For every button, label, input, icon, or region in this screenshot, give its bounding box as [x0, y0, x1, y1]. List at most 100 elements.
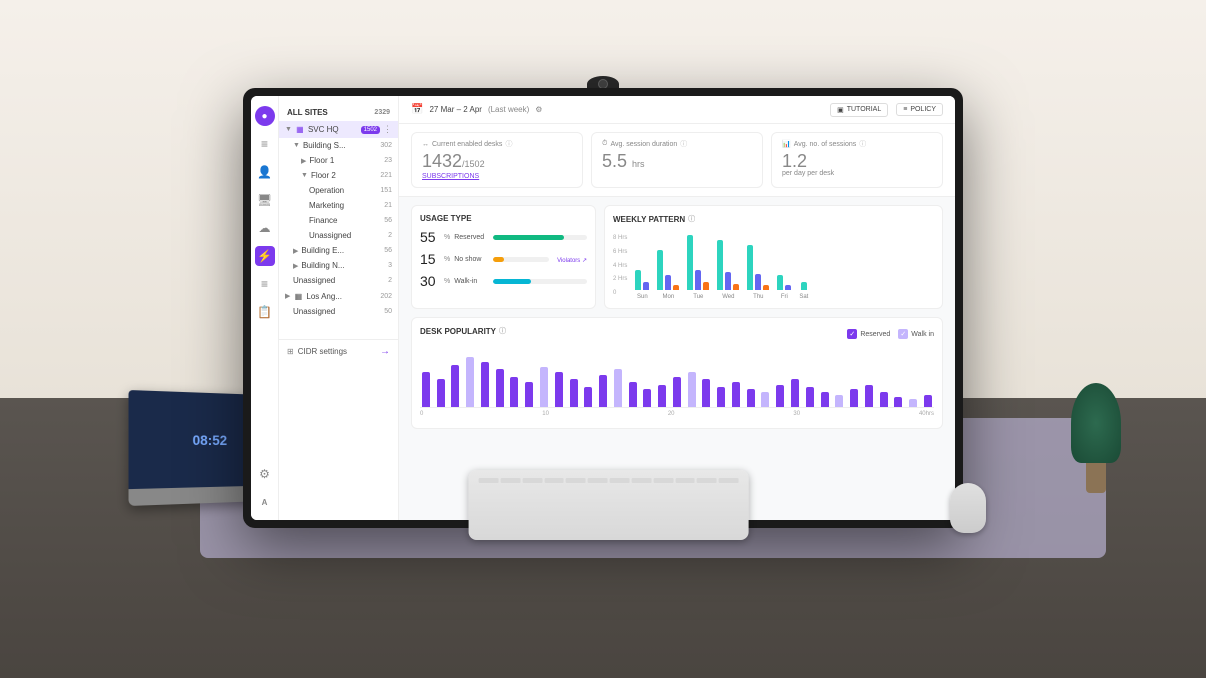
cidr-settings[interactable]: ⊞ CIDR settings → — [279, 339, 398, 363]
nav-icon-cloud[interactable]: ☁ — [255, 218, 275, 238]
pop-bar-col — [656, 385, 668, 407]
sidebar-item-unassigned-f2[interactable]: Unassigned 2 — [279, 228, 398, 243]
sidebar-item-los-angeles[interactable]: ▶ ▦ Los Ang... 202 — [279, 288, 398, 304]
pop-bar-col — [464, 357, 476, 407]
pop-bar — [747, 389, 755, 407]
pop-bar — [850, 389, 858, 407]
sidebar-item-unassigned-la[interactable]: Unassigned 50 — [279, 304, 398, 319]
floor2-label: Floor 2 — [311, 171, 377, 180]
sidebar-item-svc-hq[interactable]: ▼ ▦ SVC HQ 1502 ⋮ — [279, 121, 398, 138]
sidebar-item-floor1[interactable]: ▶ Floor 1 23 — [279, 153, 398, 168]
sidebar-header: ALL SITES 2329 — [279, 104, 398, 121]
unassigned-svc-label: Unassigned — [293, 276, 385, 285]
pop-bar-col — [863, 385, 875, 407]
pop-bar — [481, 362, 489, 407]
pop-bar-col — [582, 387, 594, 407]
noshow-label: No show — [454, 256, 489, 263]
day-label: Sat — [799, 294, 808, 300]
day-bars — [777, 230, 791, 290]
stat-desks: ↔ Current enabled desks ⓘ 1432/1502 SUBS… — [411, 132, 583, 188]
reserved-label: Reserved — [454, 234, 489, 241]
nav-icon-desktop[interactable]: 🖥 — [255, 190, 275, 210]
los-angeles-count: 202 — [380, 293, 392, 300]
plant-pot — [1086, 463, 1106, 493]
sidebar-item-floor2[interactable]: ▼ Floor 2 221 — [279, 168, 398, 183]
clock-icon: ⏱ — [602, 140, 607, 148]
pop-bar — [584, 387, 592, 407]
building-n-count: 3 — [388, 262, 392, 269]
y-label-8: 8 Hrs — [613, 235, 627, 241]
noshow-bar — [493, 257, 504, 262]
chevron-right-icon: ▶ — [285, 292, 290, 300]
nav-icon-users[interactable]: 👤 — [255, 162, 275, 182]
more-icon[interactable]: ⋮ — [383, 124, 392, 135]
pop-bar — [688, 372, 696, 407]
reserved-bar-wrap — [493, 235, 587, 240]
weekly-bar — [785, 285, 791, 290]
pop-bar — [894, 397, 902, 407]
weekly-bar — [733, 284, 739, 290]
floor1-count: 23 — [384, 157, 392, 164]
policy-button[interactable]: ≡ POLICY — [896, 103, 943, 116]
app-logo-icon[interactable]: ● — [255, 106, 275, 126]
weekly-bar — [703, 282, 709, 290]
unassigned-svc-count: 2 — [388, 277, 392, 284]
pop-bar-col — [774, 385, 786, 407]
weekly-bar — [643, 282, 649, 290]
pop-bar — [629, 382, 637, 407]
legend-reserved-label: Reserved — [860, 331, 890, 338]
marketing-count: 21 — [384, 202, 392, 209]
pop-bar-col — [538, 367, 550, 407]
pop-bar-col — [745, 389, 757, 407]
y-label-0: 0 — [613, 290, 627, 296]
sidebar-item-building-e[interactable]: ▶ Building E... 56 — [279, 243, 398, 258]
nav-icon-avatar[interactable]: A — [255, 492, 275, 512]
walkin-pct: 30 — [420, 273, 440, 289]
noshow-bar-wrap — [493, 257, 549, 262]
pop-bar — [717, 387, 725, 407]
sessions-label: 📊 Avg. no. of sessions ⓘ — [782, 139, 932, 149]
popularity-info-icon: ⓘ — [499, 326, 506, 336]
nav-icon-list[interactable]: ≡ — [255, 274, 275, 294]
reserved-bar — [493, 235, 563, 240]
nav-icon-clipboard[interactable]: 📋 — [255, 302, 275, 322]
x-label-40: 40hrs — [919, 411, 934, 417]
building-n-label: Building N... — [301, 261, 385, 270]
tutorial-button[interactable]: ▣ TUTORIAL — [830, 103, 888, 117]
nav-icon-menu[interactable]: ≡ — [255, 134, 275, 154]
sidebar-item-building-n[interactable]: ▶ Building N... 3 — [279, 258, 398, 273]
keyboard — [469, 470, 749, 540]
reserved-symbol: % — [444, 234, 450, 241]
cidr-arrow-icon[interactable]: → — [380, 346, 390, 357]
y-label-4: 4 Hrs — [613, 263, 627, 269]
policy-label: POLICY — [910, 106, 936, 113]
usage-type-title: USAGE TYPE — [420, 214, 587, 223]
pop-bar-col — [612, 369, 624, 407]
nav-icon-settings[interactable]: ⚙ — [255, 464, 275, 484]
settings-icon[interactable]: ⚙ — [535, 105, 542, 114]
floor1-label: Floor 1 — [309, 156, 381, 165]
sidebar-item-building-s[interactable]: ▼ Building S... 302 — [279, 138, 398, 153]
sessions-unit: per day per desk — [782, 170, 932, 177]
sidebar-item-unassigned-svc[interactable]: Unassigned 2 — [279, 273, 398, 288]
date-range: 27 Mar – 2 Apr — [429, 105, 481, 114]
x-label-30: 30 — [793, 411, 800, 417]
weekly-bar — [687, 235, 693, 290]
day-bars — [635, 230, 649, 290]
chevron-down-icon: ▼ — [293, 142, 300, 149]
day-label: Thu — [753, 294, 763, 300]
walkin-label: Walk-in — [454, 278, 489, 285]
pop-bar — [643, 389, 651, 407]
nav-icon-lightning[interactable]: ⚡ — [255, 246, 275, 266]
day-bars — [657, 230, 679, 290]
subscriptions-link[interactable]: SUBSCRIPTIONS — [422, 173, 479, 180]
violators-link[interactable]: Violators ↗ — [557, 257, 587, 264]
sidebar-item-finance[interactable]: Finance 56 — [279, 213, 398, 228]
sidebar-item-marketing[interactable]: Marketing 21 — [279, 198, 398, 213]
sidebar-item-operation[interactable]: Operation 151 — [279, 183, 398, 198]
pop-bar — [776, 385, 784, 407]
all-sites-label: ALL SITES — [287, 108, 328, 117]
building-s-count: 302 — [380, 142, 392, 149]
weekly-chart-area: 8 Hrs 6 Hrs 4 Hrs 2 Hrs 0 SunMonTueWedTh… — [613, 230, 934, 300]
day-label: Fri — [781, 294, 788, 300]
